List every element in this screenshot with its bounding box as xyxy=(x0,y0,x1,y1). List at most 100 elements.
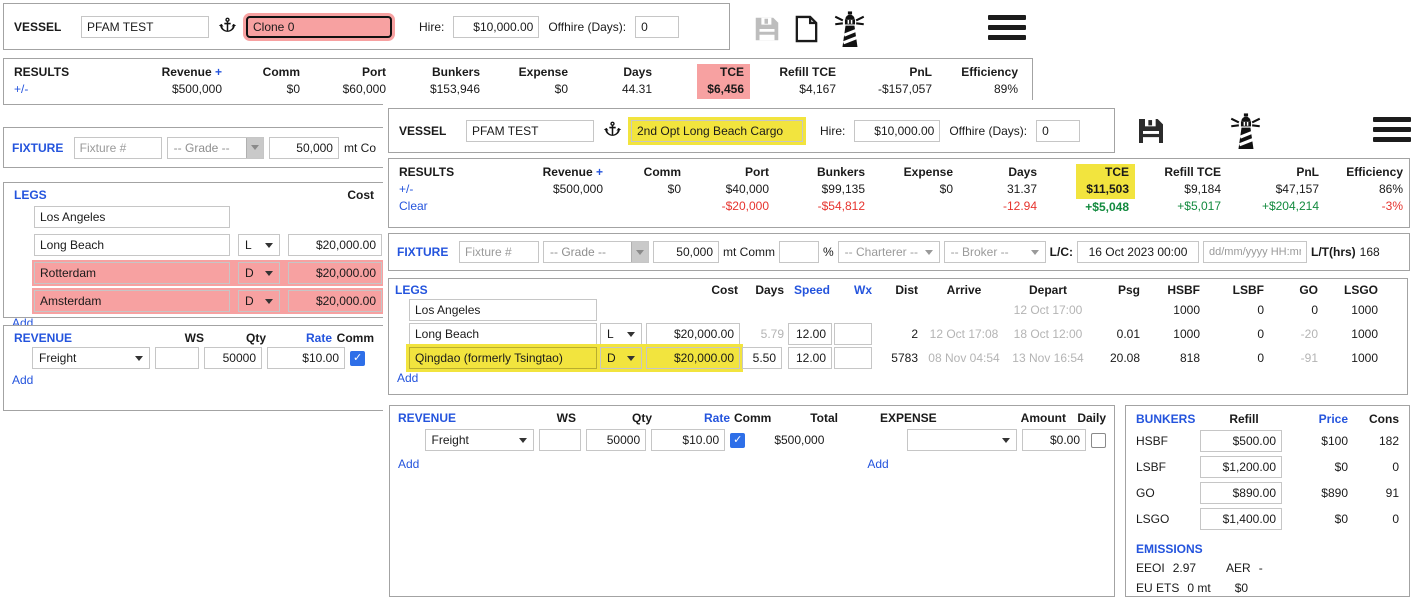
offhire-input[interactable] xyxy=(635,16,679,38)
ws-input[interactable] xyxy=(155,347,199,369)
cargo-qty-input[interactable] xyxy=(653,241,719,263)
revenue-plus-link[interactable]: + xyxy=(215,65,222,79)
price-value: $0 xyxy=(1282,460,1348,474)
comm-header: Comm xyxy=(730,411,772,425)
leg-speed-input[interactable] xyxy=(788,347,832,369)
menu-hamburger-icon[interactable] xyxy=(1373,117,1411,142)
offhire-input[interactable] xyxy=(1036,120,1080,142)
vessel-name-input[interactable] xyxy=(466,120,594,142)
option-name-input[interactable] xyxy=(631,120,803,142)
leg-wx-input[interactable] xyxy=(834,347,872,369)
revenue-type-select[interactable]: Freight xyxy=(425,429,535,451)
leg-port-input[interactable] xyxy=(34,206,230,228)
comm-pct-input[interactable] xyxy=(779,241,819,263)
bunkers-panel: BUNKERS Refill Price Cons HSBF $100 182 … xyxy=(1125,405,1410,597)
refill-price-input[interactable] xyxy=(1200,482,1282,504)
add-revenue-link[interactable]: Add xyxy=(12,373,384,387)
leg-days-input[interactable] xyxy=(742,347,782,369)
leg-port-input[interactable] xyxy=(34,234,230,256)
app-root: VESSEL Hire: Offhire (Days): xyxy=(0,0,1414,603)
leg-cost-input[interactable] xyxy=(288,234,382,256)
wx-header-link[interactable]: Wx xyxy=(834,283,876,297)
leg-cost-input[interactable] xyxy=(288,262,382,284)
qty-input[interactable] xyxy=(204,347,262,369)
right-results-bar: RESULTS +/- Clear Revenue +$500,000 Comm… xyxy=(388,158,1410,228)
cons-value: 0 xyxy=(1348,460,1399,474)
leg-row-highlighted: D xyxy=(32,260,384,286)
price-header-link[interactable]: Price xyxy=(1282,412,1348,426)
broker-select[interactable]: -- Broker -- xyxy=(944,241,1046,263)
expense-amount-input[interactable] xyxy=(1022,429,1086,451)
grade-select[interactable]: -- Grade -- xyxy=(543,241,649,263)
add-revenue-link[interactable]: Add xyxy=(398,457,419,471)
leg-type-select[interactable]: D xyxy=(600,347,642,369)
anchor-icon[interactable] xyxy=(218,16,237,38)
save-icon[interactable] xyxy=(1135,115,1167,150)
charterer-select[interactable]: -- Charterer -- xyxy=(838,241,940,263)
clone-name-input[interactable] xyxy=(246,16,392,38)
leg-lsbf: 0 xyxy=(1204,327,1268,341)
rate-header-link[interactable]: Rate xyxy=(266,331,332,345)
menu-hamburger-icon[interactable] xyxy=(988,15,1026,40)
col-delta: -$20,000 xyxy=(681,198,769,215)
add-expense-link[interactable]: Add xyxy=(867,457,888,471)
leg-cost-input[interactable] xyxy=(646,347,740,369)
expense-type-select[interactable] xyxy=(907,429,1017,451)
leg-hsbf: 1000 xyxy=(1144,327,1204,341)
leg-cost-input[interactable] xyxy=(646,323,740,345)
new-document-icon[interactable] xyxy=(792,14,821,47)
leg-port-input[interactable] xyxy=(34,290,230,312)
grade-select[interactable]: -- Grade -- xyxy=(167,137,264,159)
col-value: $500,000 xyxy=(140,81,222,98)
leg-type-select[interactable]: D xyxy=(238,290,280,312)
anchor-icon[interactable] xyxy=(603,120,622,142)
refill-header: Refill xyxy=(1206,412,1282,426)
laycan-from-input[interactable] xyxy=(1077,241,1199,263)
cargo-qty-input[interactable] xyxy=(269,137,339,159)
leg-type-select[interactable]: D xyxy=(238,262,280,284)
results-adjust-link[interactable]: +/- xyxy=(14,81,140,98)
pct-sign-label: % xyxy=(823,245,834,259)
lighthouse-icon[interactable] xyxy=(1227,112,1264,153)
leg-cost-input[interactable] xyxy=(288,290,382,312)
refill-price-input[interactable] xyxy=(1200,456,1282,478)
results-clear-link[interactable]: Clear xyxy=(399,198,511,215)
hire-input[interactable] xyxy=(453,16,539,38)
revenue-plus-link[interactable]: + xyxy=(596,165,603,179)
lsgo-header: LSGO xyxy=(1322,283,1382,297)
qty-unit-label: mt Co xyxy=(344,141,376,155)
legs-label: LEGS xyxy=(14,188,47,202)
lighthouse-icon[interactable] xyxy=(831,10,868,51)
leg-port-input[interactable] xyxy=(34,262,230,284)
fixture-number-input[interactable] xyxy=(74,137,162,159)
right-fixture-bar: FIXTURE -- Grade -- mt Comm % -- Charter… xyxy=(388,233,1410,271)
comm-checkbox[interactable] xyxy=(350,351,365,366)
laycan-to-input[interactable] xyxy=(1203,241,1307,263)
comm-checkbox[interactable] xyxy=(730,433,745,448)
amount-header: Amount xyxy=(1006,411,1066,425)
leg-type-select[interactable]: L xyxy=(238,234,280,256)
leg-port-input[interactable] xyxy=(409,299,597,321)
rate-input[interactable] xyxy=(267,347,345,369)
ws-input[interactable] xyxy=(539,429,581,451)
fixture-number-input[interactable] xyxy=(459,241,539,263)
save-icon-disabled[interactable] xyxy=(752,14,782,47)
hire-input[interactable] xyxy=(854,120,940,142)
leg-type-select[interactable]: L xyxy=(600,323,642,345)
rate-header-link[interactable]: Rate xyxy=(652,411,730,425)
leg-speed-input[interactable] xyxy=(788,323,832,345)
leg-port-input[interactable] xyxy=(409,323,597,345)
daily-checkbox[interactable] xyxy=(1091,433,1106,448)
refill-price-input[interactable] xyxy=(1200,508,1282,530)
rate-input[interactable] xyxy=(651,429,725,451)
speed-header-link[interactable]: Speed xyxy=(788,283,834,297)
leg-wx-input[interactable] xyxy=(834,323,872,345)
add-leg-link[interactable]: Add xyxy=(397,371,1401,385)
leg-port-input[interactable] xyxy=(409,347,597,369)
refill-price-input[interactable] xyxy=(1200,430,1282,452)
qty-input[interactable] xyxy=(586,429,646,451)
vessel-name-input[interactable] xyxy=(81,16,209,38)
revenue-type-select[interactable]: Freight xyxy=(32,347,150,369)
revenue-label: REVENUE xyxy=(14,331,146,345)
results-adjust-link[interactable]: +/- xyxy=(399,181,511,198)
